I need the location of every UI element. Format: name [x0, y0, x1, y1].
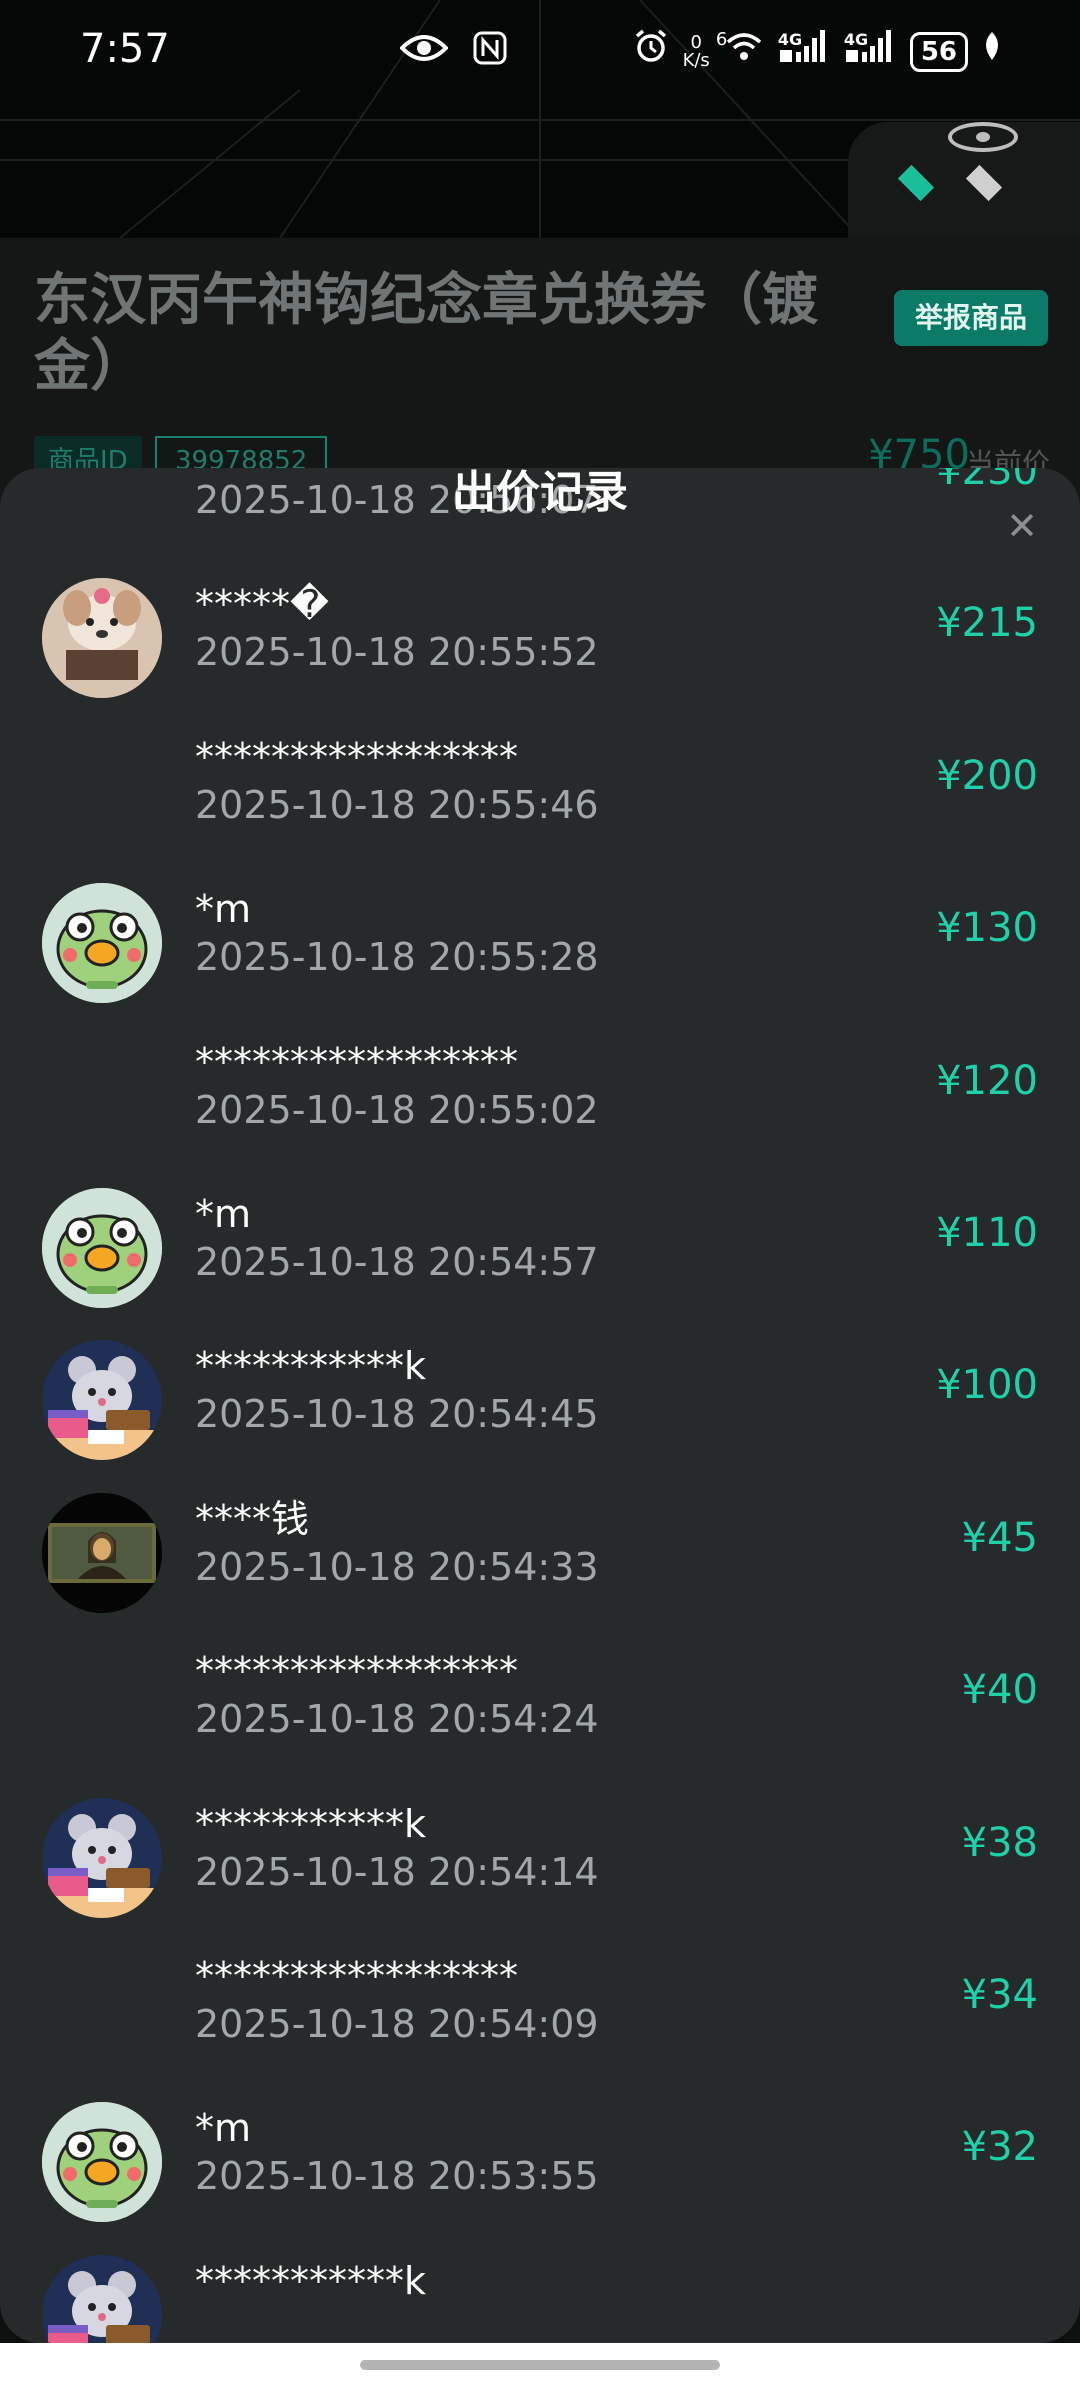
bid-time: 2025-10-18 20:54:33	[195, 1544, 599, 1589]
bid-price: ¥40	[961, 1667, 1038, 1714]
avatar[interactable]	[42, 2102, 162, 2223]
bid-price: ¥32	[961, 2124, 1038, 2171]
bid-price: ¥120	[936, 1057, 1038, 1104]
bid-row[interactable]: ***************** 2025-10-18 20:55:46 ¥200	[0, 703, 1080, 855]
bidder-name: ***********k	[195, 1344, 427, 1389]
screen: 7:57 0 K/s 6 4G 4G 56 东汉丙午神钩纪念章兑换券（镀金） 举…	[0, 0, 1080, 2390]
bid-price: ¥110	[936, 1210, 1038, 1256]
net-speed: 0 K/s	[682, 31, 710, 71]
avatar[interactable]	[42, 2254, 162, 2343]
bid-price: ¥200	[936, 752, 1038, 799]
bid-price: ¥130	[936, 905, 1038, 952]
bid-time: 2025-10-18 20:54:09	[195, 2002, 599, 2046]
bidder-name: *m	[195, 2106, 252, 2151]
bidder-name: ***********k	[195, 1801, 427, 1846]
avatar[interactable]	[42, 1797, 162, 1918]
diamond-gray-icon[interactable]	[965, 164, 1003, 202]
nfc-icon	[472, 30, 508, 77]
bid-time: 2025-10-18 20:54:14	[195, 1849, 599, 1894]
avatar[interactable]	[42, 883, 162, 1004]
eye-icon	[399, 32, 449, 75]
leaf-icon	[982, 30, 1002, 73]
bid-price: ¥100	[936, 1362, 1038, 1409]
status-right-icons: 0 K/s 6 4G 4G 56	[633, 28, 1002, 75]
bidder-name: ***********k	[195, 2258, 427, 2303]
bid-row[interactable]: ****钱 2025-10-18 20:54:33 ¥45	[0, 1465, 1080, 1617]
signal-1-label: 4G	[777, 30, 803, 49]
bid-row[interactable]: ***************** 2025-10-18 20:54:24 ¥40	[0, 1617, 1080, 1769]
bid-time: 2025-10-18 20:54:45	[195, 1392, 599, 1437]
avatar[interactable]	[42, 1340, 162, 1461]
report-product-button[interactable]: 举报商品	[894, 290, 1048, 346]
bid-row[interactable]: *m 2025-10-18 20:55:28 ¥130	[0, 855, 1080, 1007]
bidder-name: *****************	[195, 1649, 518, 1694]
bid-records-sheet: 2025-10-18 20:56:07 ¥230 *****� 2025-10-18…	[0, 468, 1080, 2343]
bid-time: 2025-10-18 20:53:55	[195, 2154, 599, 2199]
status-center-icons	[399, 30, 508, 77]
bidder-name: *****************	[195, 1039, 518, 1084]
signal-icon: 4G	[844, 28, 896, 75]
sheet-title: 出价记录	[0, 468, 1080, 518]
bidder-name: *****�	[195, 582, 329, 627]
signal-icon: 4G	[778, 28, 830, 75]
bid-time: 2025-10-18 20:54:57	[195, 1240, 599, 1284]
signal-2-label: 4G	[843, 30, 869, 49]
status-time: 7:57	[80, 26, 170, 72]
bid-row[interactable]: ***************** 2025-10-18 20:55:02 ¥120	[0, 1008, 1080, 1160]
avatar[interactable]	[42, 578, 162, 699]
battery-icon: 56	[909, 31, 968, 72]
bidder-name: *m	[195, 1192, 252, 1236]
view-ring-icon	[948, 122, 1018, 152]
bid-row[interactable]: ***********k	[0, 2227, 1080, 2343]
bid-row[interactable]: *m 2025-10-18 20:54:57 ¥110	[0, 1160, 1080, 1312]
bidder-name: *m	[195, 887, 252, 932]
net-speed-value: 0	[690, 31, 702, 53]
bid-time: 2025-10-18 20:54:24	[195, 1697, 599, 1742]
bid-price: ¥215	[936, 600, 1038, 647]
wifi-icon: 6	[716, 29, 764, 73]
bidder-name: ****钱	[195, 1496, 310, 1541]
bidder-name: *****************	[195, 734, 518, 779]
bid-time: 2025-10-18 20:55:02	[195, 1087, 599, 1132]
bid-row[interactable]: *****� 2025-10-18 20:55:52 ¥215	[0, 550, 1080, 702]
avatar[interactable]	[42, 1188, 162, 1308]
close-icon[interactable]: ✕	[1006, 504, 1038, 548]
net-speed-unit: K/s	[682, 49, 710, 71]
bid-time: 2025-10-18 20:55:28	[195, 935, 599, 980]
bid-row[interactable]: ***********k 2025-10-18 20:54:14 ¥38	[0, 1770, 1080, 1922]
home-indicator[interactable]	[360, 2360, 720, 2370]
bid-row[interactable]: ***********k 2025-10-18 20:54:45 ¥100	[0, 1312, 1080, 1464]
status-bar: 7:57 0 K/s 6 4G 4G 56	[0, 0, 1080, 105]
alarm-icon	[633, 28, 669, 75]
bid-time: 2025-10-18 20:55:46	[195, 782, 599, 827]
avatar[interactable]	[42, 1492, 162, 1613]
sheet-title-text: 出价记录	[452, 468, 628, 518]
bidder-name: *****************	[195, 1954, 518, 1998]
bid-price: ¥34	[961, 1972, 1038, 2018]
diamond-green-icon[interactable]	[897, 164, 935, 202]
bid-price: ¥38	[961, 1819, 1038, 1866]
bid-row[interactable]: ***************** 2025-10-18 20:54:09 ¥34	[0, 1922, 1080, 2074]
bid-price: ¥45	[961, 1514, 1038, 1561]
product-title: 东汉丙午神钩纪念章兑换券（镀金）	[34, 268, 818, 399]
bid-time: 2025-10-18 20:55:52	[195, 630, 599, 675]
bid-row[interactable]: *m 2025-10-18 20:53:55 ¥32	[0, 2074, 1080, 2226]
wifi-badge: 6	[715, 29, 728, 50]
